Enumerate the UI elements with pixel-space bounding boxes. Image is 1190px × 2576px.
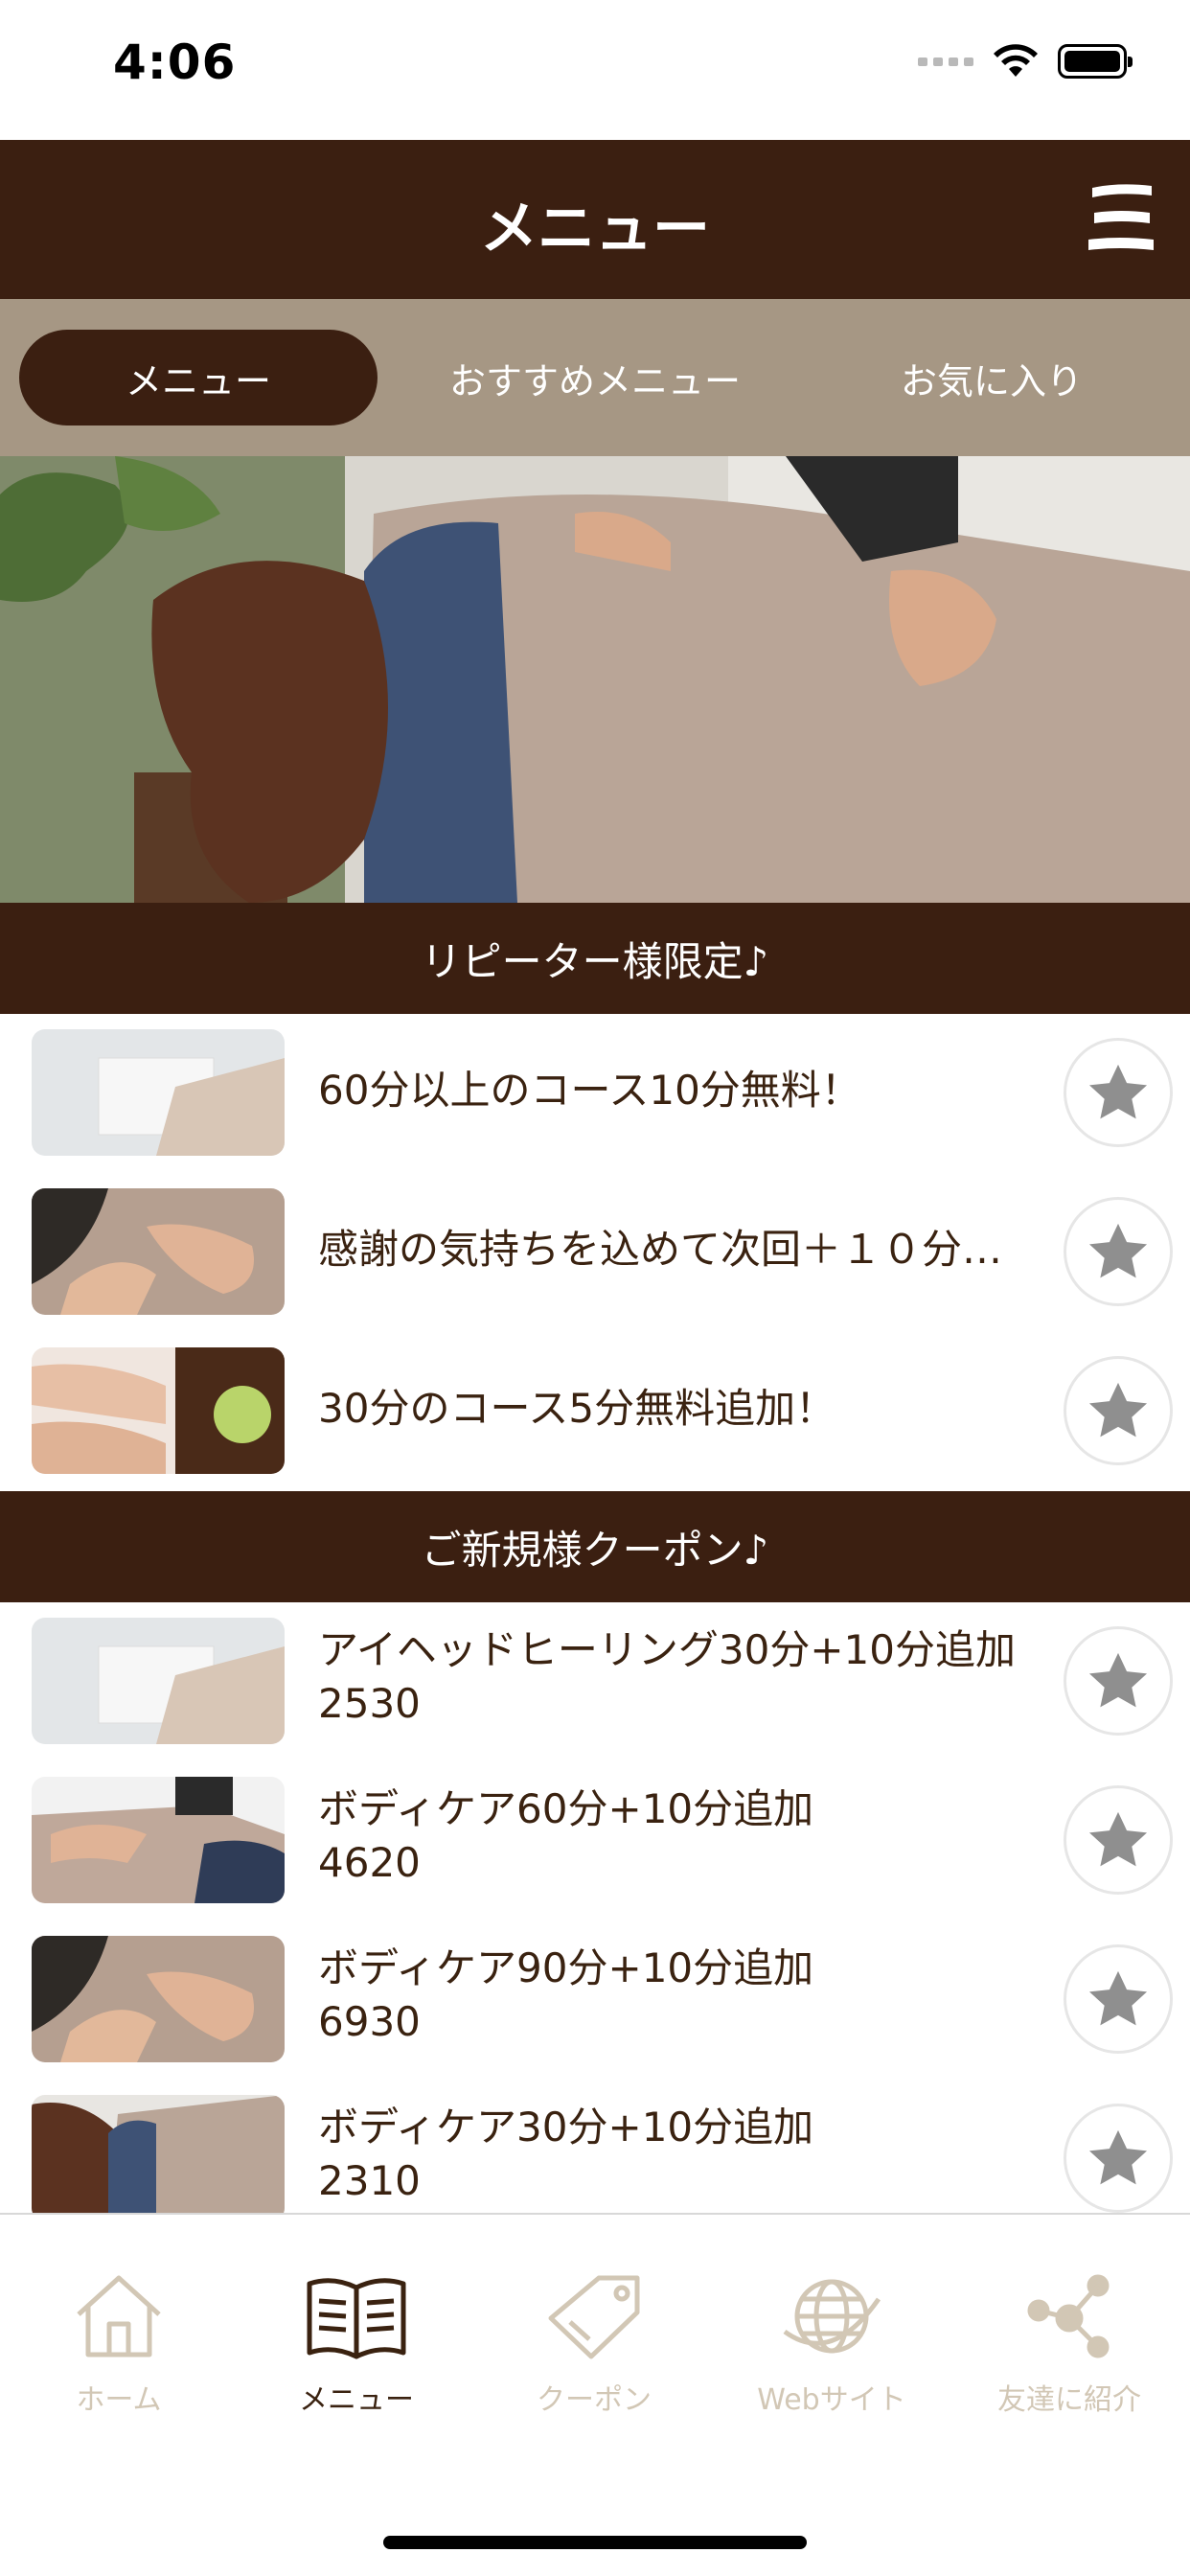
star-icon	[1088, 1652, 1148, 1708]
menu-list-item[interactable]: 感謝の気持ちを込めて次回＋１０分無料	[0, 1173, 1190, 1332]
menu-item-thumbnail	[32, 2095, 285, 2213]
menu-list-item[interactable]: 60分以上のコース10分無料！	[0, 1014, 1190, 1173]
menu-list-item[interactable]: ボディケア30分+10分追加 2310	[0, 2080, 1190, 2213]
favorite-button[interactable]	[1064, 1038, 1173, 1147]
nav-share-label: 友達に紹介	[997, 2383, 1141, 2417]
menu-list-item[interactable]: ボディケア60分+10分追加 4620	[0, 1761, 1190, 1920]
menu-item-thumbnail	[32, 1618, 285, 1744]
tag-icon	[548, 2275, 640, 2359]
star-icon	[1088, 1811, 1148, 1867]
menu-item-thumbnail	[32, 1936, 285, 2062]
menu-item-price: 6930	[318, 1998, 421, 2045]
house-icon	[77, 2275, 161, 2358]
menu-item-title: ボディケア30分+10分追加	[318, 2104, 814, 2150]
status-bar: 4:06	[0, 0, 1190, 140]
tab-favorites[interactable]: お気に入り	[812, 330, 1171, 426]
home-indicator[interactable]	[383, 2536, 807, 2549]
favorite-button[interactable]	[1064, 1356, 1173, 1465]
menu-item-price: 4620	[318, 1839, 421, 1886]
nav-home[interactable]: ホーム	[0, 2270, 238, 2443]
tab-menu[interactable]: メニュー	[19, 330, 378, 426]
nav-website-label: Webサイト	[757, 2383, 906, 2417]
battery-icon	[1058, 44, 1133, 79]
nav-coupon[interactable]: クーポン	[475, 2270, 713, 2443]
menu-list-item[interactable]: 30分のコース5分無料追加！	[0, 1332, 1190, 1491]
menu-item-text: ボディケア30分+10分追加 2310	[318, 2101, 1037, 2208]
status-indicators	[918, 44, 1133, 79]
menu-list-item[interactable]: ボディケア90分+10分追加 6930	[0, 1920, 1190, 2080]
status-time: 4:06	[113, 34, 237, 90]
nav-menu[interactable]: メニュー	[238, 2270, 475, 2443]
star-icon	[1088, 1970, 1148, 2026]
menu-item-title: 感謝の気持ちを込めて次回＋１０分無料	[318, 1226, 1037, 1273]
section-header-new-customer-coupon: ご新規様クーポン♪	[0, 1491, 1190, 1602]
hamburger-menu-button[interactable]	[1081, 176, 1161, 261]
page-title: メニュー	[480, 196, 710, 263]
nav-website[interactable]: Webサイト	[713, 2270, 950, 2443]
app-header: メニュー	[0, 140, 1190, 299]
star-icon	[1088, 2129, 1148, 2185]
menu-item-text: ボディケア90分+10分追加 6930	[318, 1942, 1037, 2049]
menu-item-price: 2310	[318, 2157, 421, 2204]
tab-recommended-menu[interactable]: おすすめメニュー	[416, 330, 774, 426]
star-icon	[1088, 1382, 1148, 1438]
favorite-button[interactable]	[1064, 2104, 1173, 2213]
favorite-button[interactable]	[1064, 1626, 1173, 1736]
nav-menu-label: メニュー	[299, 2383, 414, 2417]
menu-item-thumbnail	[32, 1777, 285, 1903]
menu-item-text: ボディケア60分+10分追加 4620	[318, 1782, 1037, 1890]
menu-item-title: ボディケア90分+10分追加	[318, 1944, 814, 1991]
favorite-button[interactable]	[1064, 1785, 1173, 1895]
menu-item-thumbnail	[32, 1347, 285, 1474]
wifi-icon	[994, 44, 1038, 77]
nav-share[interactable]: 友達に紹介	[950, 2270, 1188, 2443]
star-icon	[1088, 1064, 1148, 1119]
section-header-repeater: リピーター様限定♪	[0, 903, 1190, 1014]
hamburger-icon	[1088, 184, 1154, 250]
favorite-button[interactable]	[1064, 1197, 1173, 1306]
menu-item-price: 2530	[318, 1680, 421, 1727]
menu-item-title: 30分のコース5分無料追加！	[318, 1385, 836, 1432]
book-icon	[307, 2278, 406, 2359]
cellular-signal-icon	[918, 57, 973, 66]
menu-item-title: ボディケア60分+10分追加	[318, 1785, 814, 1832]
menu-item-title: アイヘッドヒーリング30分+10分追加	[318, 1626, 1016, 1673]
globe-icon	[783, 2279, 881, 2354]
share-icon	[1027, 2274, 1110, 2358]
menu-list-item[interactable]: アイヘッドヒーリング30分+10分追加 2530	[0, 1602, 1190, 1761]
menu-item-thumbnail	[32, 1188, 285, 1315]
bottom-navigation: ホーム メニュー クーポン Webサイト 友達に紹介	[0, 2213, 1190, 2576]
menu-item-title: 60分以上のコース10分無料！	[318, 1067, 861, 1114]
menu-item-text: アイヘッドヒーリング30分+10分追加 2530	[318, 1623, 1037, 1731]
nav-home-label: ホーム	[76, 2383, 162, 2417]
nav-coupon-label: クーポン	[537, 2383, 652, 2417]
hero-image	[0, 456, 1190, 903]
tab-bar: メニュー おすすめメニュー お気に入り	[0, 299, 1190, 456]
menu-item-thumbnail	[32, 1029, 285, 1156]
favorite-button[interactable]	[1064, 1944, 1173, 2054]
star-icon	[1088, 1223, 1148, 1278]
